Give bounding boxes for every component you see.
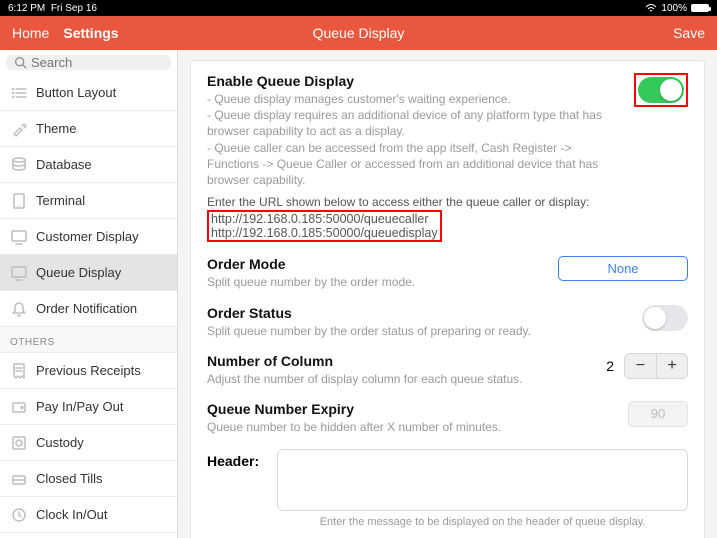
order-status-desc: Split queue number by the order status o… <box>207 323 548 339</box>
vault-icon <box>10 434 28 452</box>
header-row: Header: Enter the message to be displaye… <box>207 449 688 528</box>
order-mode-desc: Split queue number by the order mode. <box>207 274 548 290</box>
order-mode-title: Order Mode <box>207 256 548 272</box>
battery-icon <box>691 4 709 12</box>
search-input[interactable] <box>31 55 178 70</box>
num-col-value: 2 <box>606 358 614 374</box>
sidebar-item-label: Theme <box>36 121 76 136</box>
header-hint: Enter the message to be displayed on the… <box>277 516 688 528</box>
status-time: 6:12 PM <box>8 3 45 14</box>
url-display: http://192.168.0.185:50000/queuedisplay <box>211 226 438 240</box>
enable-url-intro: Enter the URL shown below to access eith… <box>207 194 608 210</box>
enable-toggle[interactable] <box>638 77 684 103</box>
content[interactable]: Enable Queue Display - Queue display man… <box>178 50 717 538</box>
list-icon <box>10 84 28 102</box>
enable-row: Enable Queue Display - Queue display man… <box>207 73 688 242</box>
order-status-title: Order Status <box>207 305 548 321</box>
sidebar-item-previous-receipts[interactable]: Previous Receipts <box>0 353 177 389</box>
sidebar-header: OTHERS <box>0 327 177 353</box>
order-status-row: Order Status Split queue number by the o… <box>207 305 688 339</box>
sidebar-item-custody[interactable]: Custody <box>0 425 177 461</box>
num-col-desc: Adjust the number of display column for … <box>207 371 548 387</box>
enable-desc: - Queue display manages customer's waiti… <box>207 91 608 188</box>
num-col-title: Number of Column <box>207 353 548 369</box>
settings-card: Enable Queue Display - Queue display man… <box>190 60 705 538</box>
database-icon <box>10 156 28 174</box>
brush-icon <box>10 120 28 138</box>
nav-bar: Home Settings Queue Display Save <box>0 16 717 50</box>
drawer-icon <box>10 470 28 488</box>
stepper-plus[interactable]: + <box>656 353 688 379</box>
sidebar-item-label: Previous Receipts <box>36 363 141 378</box>
tablet-icon <box>10 192 28 210</box>
sidebar-item-order-notification[interactable]: Order Notification <box>0 291 177 327</box>
receipt-icon <box>10 362 28 380</box>
display-icon <box>10 228 28 246</box>
sidebar-item-queue-display[interactable]: Queue Display <box>0 255 177 291</box>
search-icon <box>14 56 27 69</box>
sidebar-item-pay-in-pay-out[interactable]: Pay In/Pay Out <box>0 389 177 425</box>
expiry-desc: Queue number to be hidden after X number… <box>207 419 548 435</box>
wallet-icon <box>10 398 28 416</box>
sidebar-item-theme[interactable]: Theme <box>0 111 177 147</box>
sidebar-item-label: Button Layout <box>36 85 116 100</box>
order-status-toggle[interactable] <box>642 305 688 331</box>
num-col-stepper: 2 − + <box>606 353 688 379</box>
sidebar: Button Layout Theme Database Terminal Custom… <box>0 50 178 538</box>
save-button[interactable]: Save <box>673 25 705 41</box>
status-date: Fri Sep 16 <box>51 3 97 14</box>
sidebar-item-closed-tills[interactable]: Closed Tills <box>0 461 177 497</box>
nav-settings: Settings <box>63 25 118 41</box>
nav-home[interactable]: Home <box>12 25 49 41</box>
num-col-row: Number of Column Adjust the number of di… <box>207 353 688 387</box>
sidebar-item-button-layout[interactable]: Button Layout <box>0 75 177 111</box>
battery-pct: 100% <box>661 3 687 14</box>
search-field[interactable] <box>6 55 171 70</box>
sidebar-item-label: Pay In/Pay Out <box>36 399 123 414</box>
sidebar-item-database[interactable]: Database <box>0 147 177 183</box>
sidebar-item-clock-in-out[interactable]: Clock In/Out <box>0 497 177 533</box>
order-mode-button[interactable]: None <box>558 256 688 281</box>
sidebar-item-label: Database <box>36 157 92 172</box>
expiry-row: Queue Number Expiry Queue number to be h… <box>207 401 688 435</box>
enable-title: Enable Queue Display <box>207 73 608 89</box>
header-textarea[interactable] <box>277 449 688 511</box>
expiry-input <box>628 401 688 427</box>
stepper-minus[interactable]: − <box>624 353 656 379</box>
sidebar-item-label: Customer Display <box>36 229 139 244</box>
sidebar-item-label: Custody <box>36 435 84 450</box>
url-caller: http://192.168.0.185:50000/queuecaller <box>211 212 438 226</box>
url-highlight: http://192.168.0.185:50000/queuecaller h… <box>207 210 442 242</box>
header-label: Header: <box>207 449 259 528</box>
clock-icon <box>10 506 28 524</box>
order-mode-row: Order Mode Split queue number by the ord… <box>207 256 688 290</box>
sidebar-item-label: Closed Tills <box>36 471 102 486</box>
sidebar-item-customer-display[interactable]: Customer Display <box>0 219 177 255</box>
status-bar: 6:12 PM Fri Sep 16 100% <box>0 0 717 16</box>
sidebar-item-label: Queue Display <box>36 265 121 280</box>
sidebar-item-label: Terminal <box>36 193 85 208</box>
wifi-icon <box>645 4 657 13</box>
display-icon <box>10 264 28 282</box>
sidebar-item-label: Clock In/Out <box>36 507 108 522</box>
sidebar-item-label: Order Notification <box>36 301 137 316</box>
expiry-title: Queue Number Expiry <box>207 401 548 417</box>
sidebar-item-terminal[interactable]: Terminal <box>0 183 177 219</box>
bell-icon <box>10 300 28 318</box>
sidebar-item-gift-card[interactable]: Gift Card <box>0 533 177 538</box>
